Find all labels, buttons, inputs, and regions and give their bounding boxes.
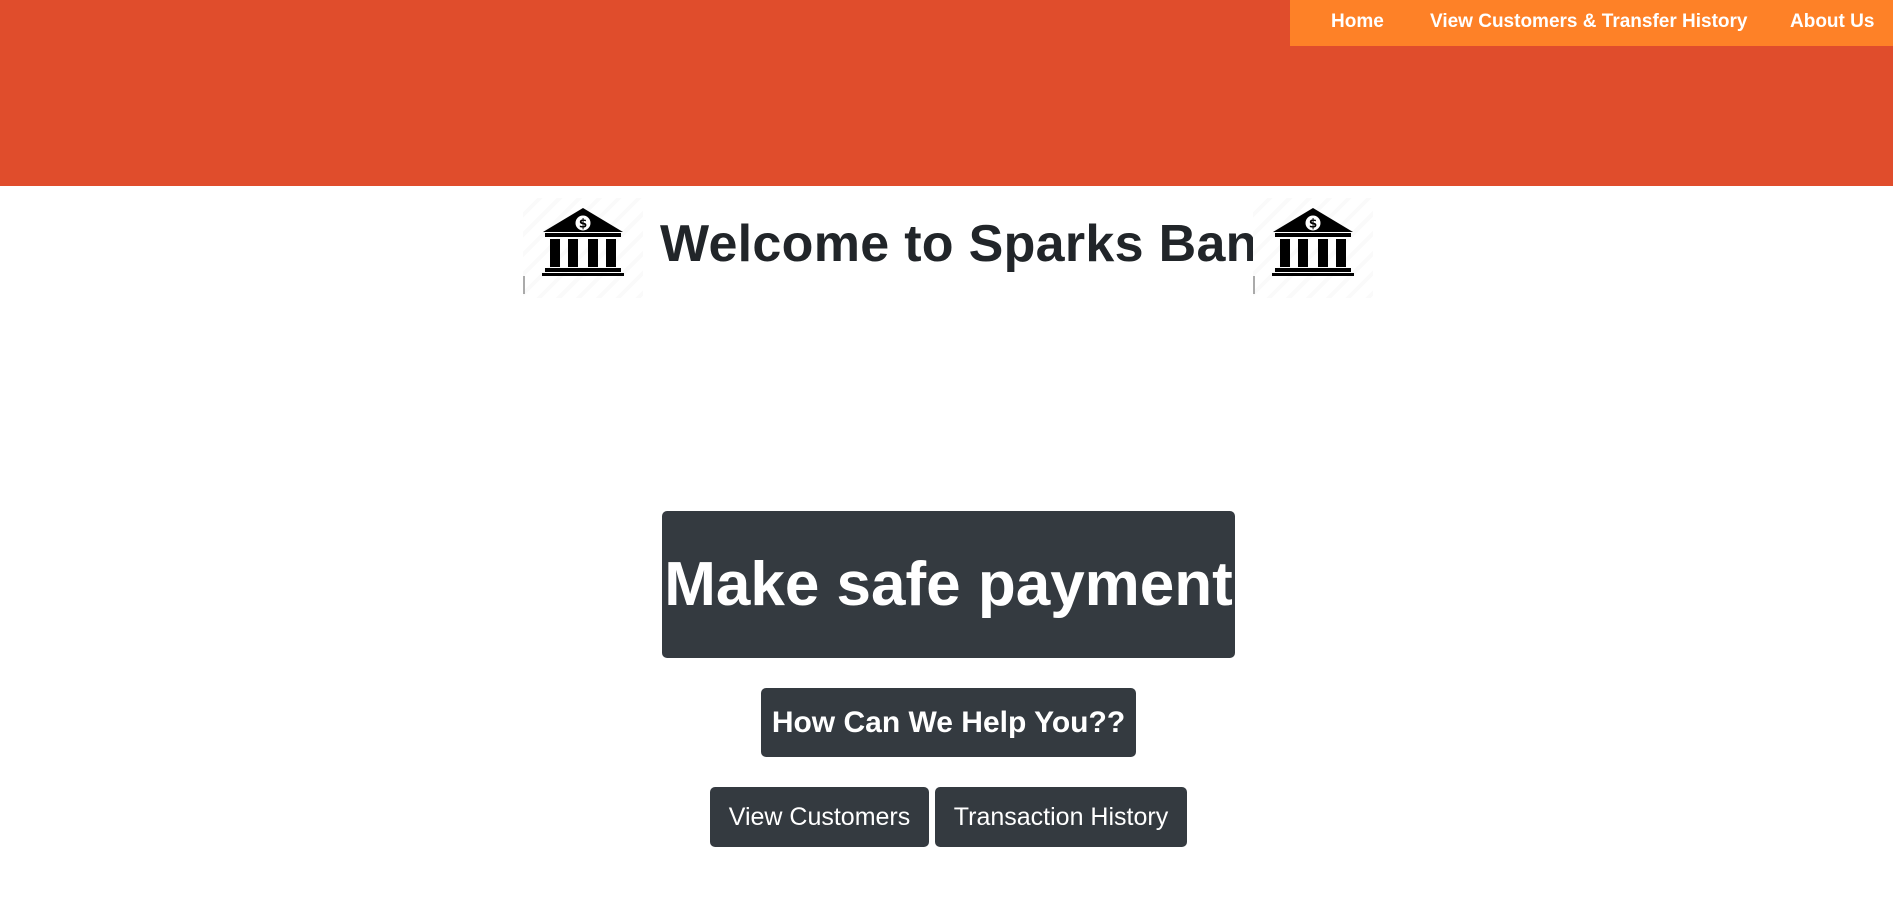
bank-icon: $ (542, 208, 624, 276)
welcome-section: $ Welcome to Sparks Bank!! $ (0, 198, 1893, 298)
nav-view-customers-transfer-history-link[interactable]: View Customers & Transfer History (1430, 0, 1747, 46)
top-navigation: Home View Customers & Transfer History A… (1290, 0, 1893, 46)
image-edge-mark (1253, 276, 1255, 294)
make-safe-payment-button[interactable]: Make safe payment (662, 511, 1235, 658)
nav-about-us-link[interactable]: About Us (1790, 0, 1874, 46)
image-edge-mark (523, 276, 525, 294)
bank-icon: $ (1272, 208, 1354, 276)
nav-home-link[interactable]: Home (1331, 0, 1384, 46)
help-button[interactable]: How Can We Help You?? (761, 688, 1136, 757)
svg-text:$: $ (579, 217, 587, 231)
page-title: Welcome to Sparks Bank!! (660, 215, 1323, 273)
view-customers-button[interactable]: View Customers (710, 787, 929, 847)
bank-image-left: $ (523, 198, 643, 298)
svg-text:$: $ (1309, 217, 1317, 231)
transaction-history-button[interactable]: Transaction History (935, 787, 1187, 847)
bank-image-right: $ (1253, 198, 1373, 298)
